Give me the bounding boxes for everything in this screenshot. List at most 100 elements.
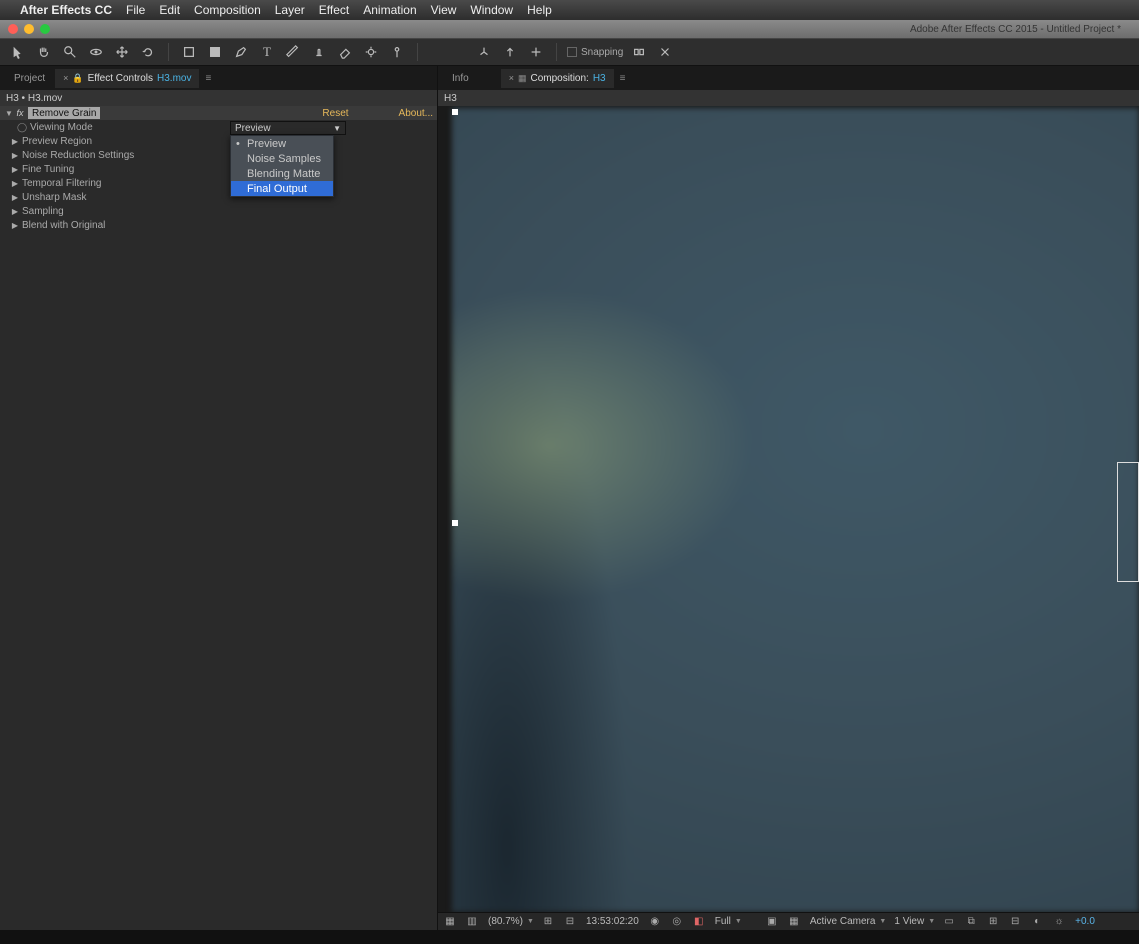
resolution-dropdown[interactable]: Full▼ [713,916,742,927]
zoom-window-button[interactable] [40,24,50,34]
menu-view[interactable]: View [431,3,457,17]
prop-unsharp-mask[interactable]: ▶ Unsharp Mask [0,190,437,204]
magnification-button[interactable]: ▥ [464,915,480,929]
text-tool[interactable]: T [257,42,277,62]
twirl-right-icon[interactable]: ▶ [10,151,20,160]
snapping-toggle[interactable]: Snapping [567,47,623,58]
twirl-right-icon[interactable]: ▶ [10,179,20,188]
preview-region-rect[interactable] [1117,462,1139,582]
tab-effect-controls[interactable]: × 🔒 Effect Controls H3.mov [55,69,199,88]
menu-help[interactable]: Help [527,3,552,17]
fx-icon[interactable]: fx [14,108,26,118]
close-tab-button[interactable]: × [63,73,68,83]
close-window-button[interactable] [8,24,18,34]
twirl-right-icon[interactable]: ▶ [10,165,20,174]
menu-composition[interactable]: Composition [194,3,261,17]
brush-tool[interactable] [283,42,303,62]
camera-dropdown[interactable]: Active Camera▼ [808,916,887,927]
menu-edit[interactable]: Edit [159,3,180,17]
prop-preview-region[interactable]: ▶ Preview Region [0,134,437,148]
panel-menu-button[interactable]: ≡ [616,73,630,84]
checkbox-icon[interactable] [567,47,577,57]
show-snapshot-button[interactable]: ◎ [669,915,685,929]
prop-fine-tuning[interactable]: ▶ Fine Tuning [0,162,437,176]
reset-button[interactable]: Reset [322,108,348,119]
zoom-tool[interactable] [60,42,80,62]
stopwatch-icon[interactable]: ◯ [16,122,28,133]
twirl-right-icon[interactable]: ▶ [10,137,20,146]
snap-collapse-toggle[interactable] [655,42,675,62]
exposure-reset-icon[interactable]: ☼ [1051,915,1067,929]
reset-exposure-button[interactable]: ◐ [1029,915,1045,929]
effect-header[interactable]: ▼ fx Remove Grain Reset About... [0,106,437,120]
layer-handle[interactable] [452,520,458,526]
layer-handle[interactable] [452,109,458,115]
fast-previews-button[interactable]: ⊟ [562,915,578,929]
snapshot-button[interactable]: ◉ [647,915,663,929]
snap-edges-toggle[interactable] [629,42,649,62]
world-axis-mode[interactable] [500,42,520,62]
lock-icon[interactable]: 🔒 [72,73,83,84]
shape-tool[interactable] [205,42,225,62]
transparency-grid-button[interactable]: ▦ [786,915,802,929]
fast-draft-button[interactable]: ⧉ [963,915,979,929]
prop-blend-original[interactable]: ▶ Blend with Original [0,218,437,232]
pin-icon [390,45,404,59]
twirl-right-icon[interactable]: ▶ [10,221,20,230]
menu-file[interactable]: File [126,3,145,17]
menu-effect[interactable]: Effect [319,3,349,17]
eraser-tool[interactable] [335,42,355,62]
roto-brush-tool[interactable] [361,42,381,62]
dropdown-option-noise-samples[interactable]: Noise Samples [231,151,333,166]
comp-flowchart-tab[interactable]: H3 [438,90,1139,106]
axis-icon [503,45,517,59]
twirl-right-icon[interactable]: ▶ [10,207,20,216]
twirl-down-icon[interactable]: ▼ [4,109,14,118]
clone-stamp-tool[interactable] [309,42,329,62]
prop-noise-reduction[interactable]: ▶ Noise Reduction Settings [0,148,437,162]
composition-viewer[interactable] [438,106,1139,912]
close-tab-button[interactable]: × [509,73,514,83]
region-of-interest-button[interactable]: ▣ [764,915,780,929]
puppet-pin-tool[interactable] [387,42,407,62]
exposure-value[interactable]: +0.0 [1073,916,1097,927]
local-axis-mode[interactable] [474,42,494,62]
anchor-point-tool[interactable] [179,42,199,62]
panel-menu-button[interactable]: ≡ [201,73,215,84]
timeline-button[interactable]: ⊞ [985,915,1001,929]
prop-sampling[interactable]: ▶ Sampling [0,204,437,218]
views-dropdown[interactable]: 1 View▼ [892,916,935,927]
menu-animation[interactable]: Animation [363,3,416,17]
prop-temporal-filtering[interactable]: ▶ Temporal Filtering [0,176,437,190]
viewing-mode-dropdown[interactable]: Preview ▼ [230,121,346,135]
zoom-dropdown[interactable]: (80.7%)▼ [486,916,534,927]
effect-name[interactable]: Remove Grain [28,107,100,119]
pen-tool[interactable] [231,42,251,62]
dropdown-value: Preview [235,123,271,134]
dropdown-option-blending-matte[interactable]: Blending Matte [231,166,333,181]
menu-window[interactable]: Window [470,3,513,17]
minimize-window-button[interactable] [24,24,34,34]
comp-flowchart-button[interactable]: ⊟ [1007,915,1023,929]
tab-info[interactable]: Info [444,69,477,88]
always-preview-button[interactable]: ▦ [442,915,458,929]
tab-composition[interactable]: × ▦ Composition: H3 [501,69,614,88]
tab-project[interactable]: Project [6,69,53,88]
app-name[interactable]: After Effects CC [20,3,112,17]
selection-tool[interactable] [8,42,28,62]
dropdown-option-preview[interactable]: Preview [231,136,333,151]
about-button[interactable]: About... [399,108,433,119]
dropdown-option-final-output[interactable]: Final Output [231,181,333,196]
left-panel: Project × 🔒 Effect Controls H3.mov ≡ H3 … [0,66,438,930]
resolution-icon[interactable]: ⊞ [540,915,556,929]
timecode[interactable]: 13:53:02:20 [584,916,641,927]
view-axis-mode[interactable] [526,42,546,62]
twirl-right-icon[interactable]: ▶ [10,193,20,202]
rotation-tool[interactable] [138,42,158,62]
orbit-camera-tool[interactable] [86,42,106,62]
menu-layer[interactable]: Layer [275,3,305,17]
hand-tool[interactable] [34,42,54,62]
channel-button[interactable]: ◧ [691,915,707,929]
pixel-aspect-button[interactable]: ▭ [941,915,957,929]
track-camera-tool[interactable] [112,42,132,62]
